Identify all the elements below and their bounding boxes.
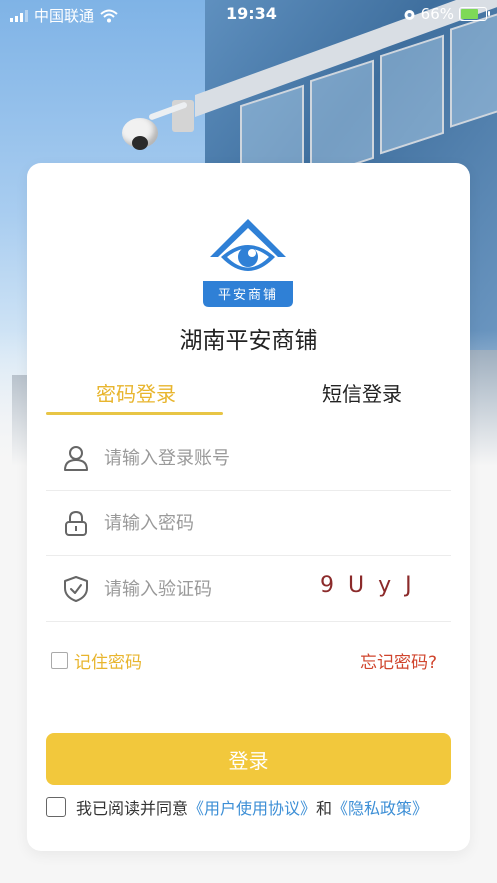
login-button[interactable]: 登录 <box>46 733 451 785</box>
login-card: 平安商铺 湖南平安商铺 密码登录 短信登录 9UyJ 记住密码 忘记密码? <box>27 163 470 851</box>
carrier-label: 中国联通 <box>34 7 95 25</box>
captcha-field: 9UyJ <box>46 557 451 622</box>
clock: 19:34 <box>226 4 277 23</box>
password-field <box>46 491 451 556</box>
logo-text: 平安商铺 <box>218 288 278 303</box>
battery-icon <box>459 7 490 21</box>
camera-lens <box>132 136 148 150</box>
password-input[interactable] <box>104 509 334 537</box>
agreement-and: 和 <box>316 799 333 818</box>
shield-check-icon <box>64 576 88 602</box>
account-field <box>46 426 451 491</box>
battery-percent: 66% <box>420 5 454 23</box>
status-bar: 中国联通 19:34 66% <box>0 0 497 30</box>
remember-checkbox[interactable] <box>51 652 68 669</box>
remember-password[interactable]: 记住密码 <box>51 648 142 673</box>
active-tab-indicator <box>46 412 223 415</box>
user-icon <box>64 446 88 471</box>
captcha-input[interactable] <box>104 575 334 603</box>
tab-sms-login[interactable]: 短信登录 <box>272 378 452 407</box>
lock-icon <box>65 510 87 536</box>
agreement-text: 我已阅读并同意 <box>76 799 189 818</box>
forgot-password-link[interactable]: 忘记密码? <box>360 648 437 673</box>
window-pane <box>380 34 444 155</box>
wifi-icon <box>100 9 118 22</box>
tab-password-login[interactable]: 密码登录 <box>46 378 226 407</box>
user-agreement-link[interactable]: 《用户使用协议》 <box>188 799 316 818</box>
privacy-policy-link[interactable]: 《隐私政策》 <box>332 799 428 818</box>
agreement-checkbox[interactable] <box>46 797 66 817</box>
captcha-image[interactable]: 9UyJ <box>320 573 426 598</box>
window-pane <box>310 59 374 180</box>
remember-label: 记住密码 <box>74 653 142 673</box>
alarm-icon <box>404 9 415 20</box>
app-title: 湖南平安商铺 <box>179 328 318 354</box>
app-logo: 平安商铺 <box>203 219 293 307</box>
signal-icon <box>10 9 28 22</box>
agreement-row: 我已阅读并同意《用户使用协议》和《隐私政策》 <box>46 795 428 819</box>
account-input[interactable] <box>104 444 334 472</box>
